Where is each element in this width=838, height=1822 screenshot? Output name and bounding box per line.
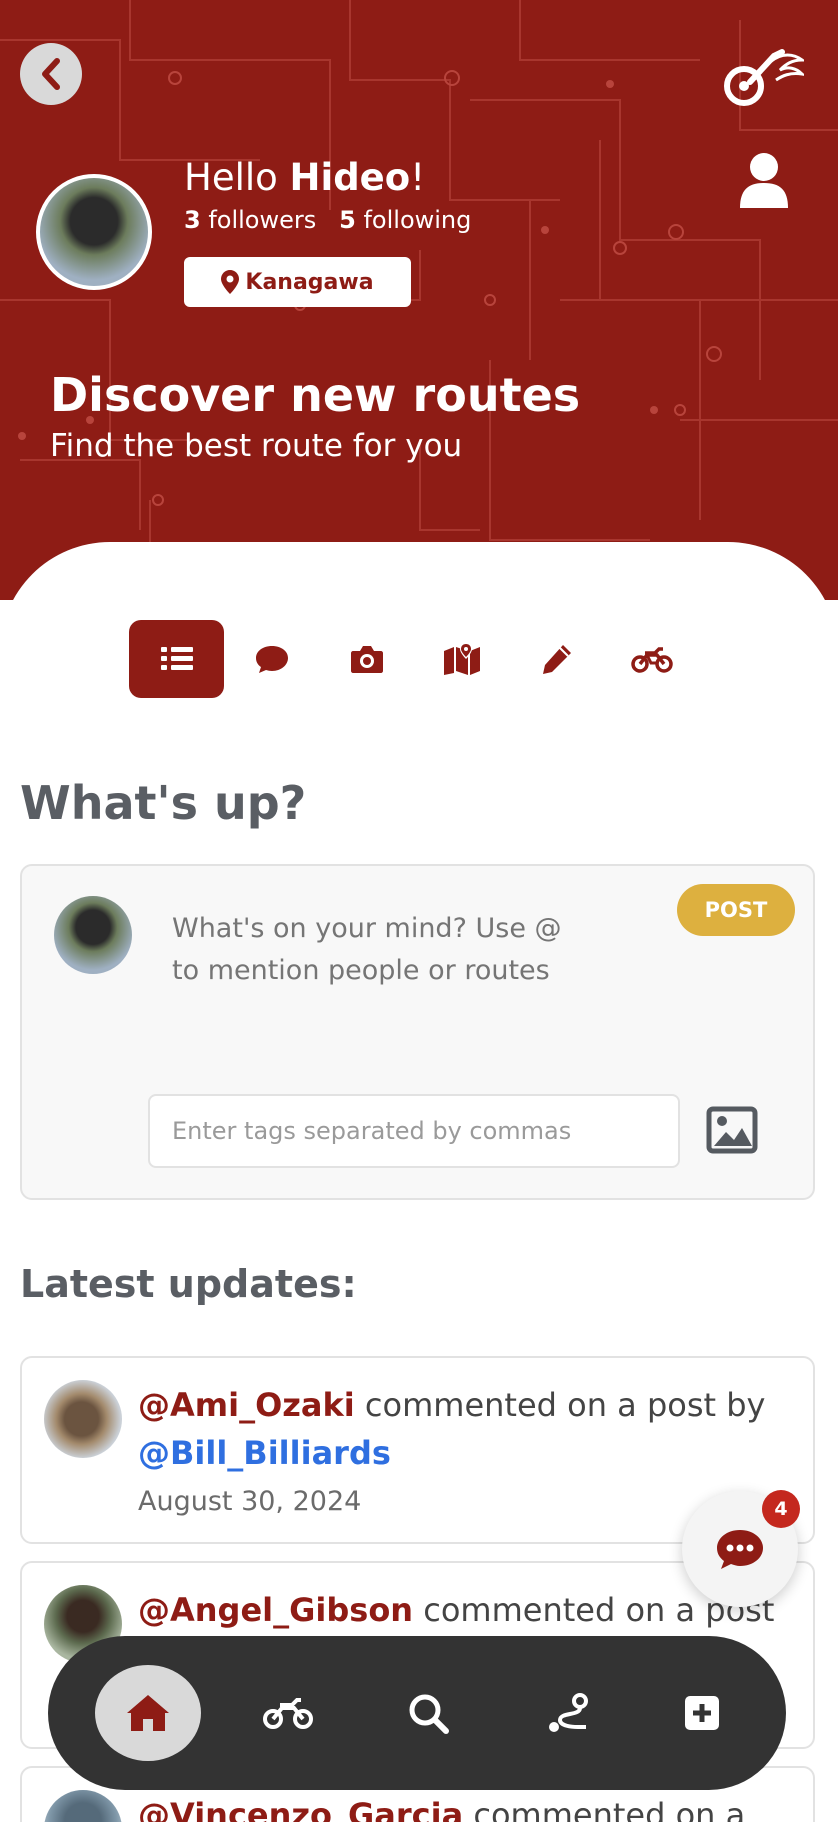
followers-link[interactable]: 3 followers (184, 206, 316, 234)
route-icon (549, 1693, 588, 1732)
feed-item-avatar (44, 1380, 122, 1458)
pencil-icon (542, 645, 571, 674)
tab-comments[interactable] (224, 620, 319, 698)
composer-avatar (54, 896, 132, 974)
post-composer: POST (20, 864, 815, 1200)
user-icon[interactable] (738, 152, 790, 208)
circuit-background (0, 0, 838, 600)
tab-feed[interactable] (129, 620, 224, 698)
chevron-left-icon (42, 58, 60, 90)
home-icon (127, 1695, 169, 1731)
user-name: Hideo (289, 156, 411, 199)
tab-routes[interactable] (414, 620, 509, 698)
user-avatar[interactable] (36, 174, 152, 290)
comment-icon (255, 646, 288, 673)
discover-title: Discover new routes (50, 368, 581, 422)
chat-bubble-icon (717, 1530, 763, 1569)
tab-write[interactable] (509, 620, 604, 698)
camera-icon (350, 646, 383, 673)
motorcycle-logo-icon (724, 49, 804, 106)
nav-routes[interactable] (515, 1665, 621, 1761)
discover-subtitle: Find the best route for you (50, 428, 463, 464)
feed-item-text: @Ami_Ozaki commented on a post by (138, 1386, 766, 1424)
feed-item-avatar (44, 1790, 122, 1822)
feed-heading: Latest updates: (20, 1262, 357, 1306)
tab-photos[interactable] (319, 620, 414, 698)
nav-home[interactable] (95, 1665, 201, 1761)
location-label: Kanagawa (245, 269, 374, 295)
tab-bikes[interactable] (604, 620, 699, 698)
feed-item-text: @Angel_Gibson commented on a post (138, 1591, 775, 1629)
feed-item-text: @Vincenzo_Garcia commented on a (138, 1796, 745, 1822)
search-icon (409, 1694, 449, 1734)
plus-square-icon (685, 1696, 719, 1730)
profile-header: Hello Hideo! 3 followers 5 following Kan… (0, 0, 838, 600)
feed-item-target[interactable]: @Bill_Billiards (138, 1434, 391, 1472)
tags-input[interactable] (148, 1094, 680, 1168)
post-button[interactable]: POST (677, 884, 795, 936)
nav-bikes[interactable] (235, 1665, 341, 1761)
nav-search[interactable] (375, 1665, 481, 1761)
map-pin-icon (221, 270, 240, 294)
motorcycle-icon (630, 647, 673, 673)
location-button[interactable]: Kanagawa (184, 257, 411, 307)
nav-create[interactable] (649, 1665, 755, 1761)
post-textarea[interactable] (172, 908, 592, 1034)
feed-item-date: August 30, 2024 (138, 1486, 362, 1517)
list-icon (160, 647, 193, 670)
map-icon (443, 643, 480, 675)
feed-item-user[interactable]: @Vincenzo_Garcia (138, 1796, 463, 1822)
greeting: Hello Hideo! (184, 156, 426, 199)
following-link[interactable]: 5 following (339, 206, 471, 234)
motorcycle-icon (263, 1698, 313, 1729)
image-icon[interactable] (706, 1106, 758, 1154)
bottom-nav (48, 1636, 786, 1790)
composer-heading: What's up? (20, 776, 307, 830)
chat-badge: 4 (762, 1490, 800, 1528)
feed-item-user[interactable]: @Ami_Ozaki (138, 1386, 355, 1424)
back-button[interactable] (20, 43, 82, 105)
follow-stats: 3 followers 5 following (184, 206, 471, 234)
feed-item-target-line: @Bill_Billiards (138, 1434, 391, 1472)
feed-tabs (129, 620, 699, 698)
feed-item-user[interactable]: @Angel_Gibson (138, 1591, 413, 1629)
